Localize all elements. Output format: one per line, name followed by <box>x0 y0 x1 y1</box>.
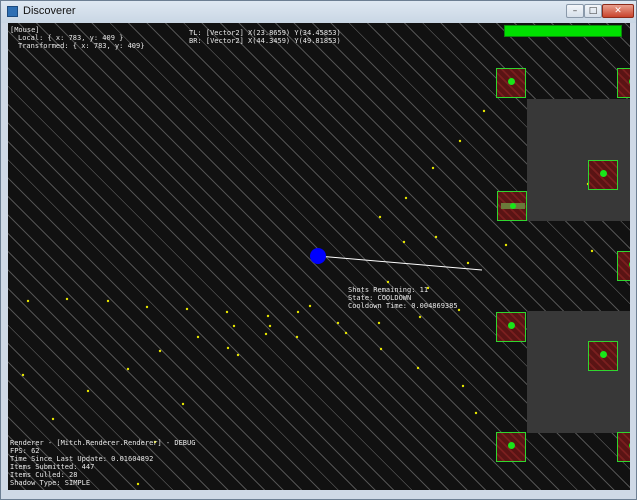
star <box>268 324 272 328</box>
turret-tile <box>496 312 526 342</box>
star <box>379 347 383 351</box>
star <box>158 349 162 353</box>
turret-tile <box>497 191 527 221</box>
turret-core <box>600 351 607 358</box>
turret-core <box>629 78 630 85</box>
star <box>377 321 381 325</box>
turret-core <box>508 322 515 329</box>
turret-tile <box>617 432 630 462</box>
turret-barrel <box>501 203 525 209</box>
star <box>106 299 110 303</box>
turret-core <box>629 442 630 449</box>
turret-core <box>508 442 515 449</box>
app-icon <box>7 6 18 17</box>
turret-tile <box>588 160 618 190</box>
since-update: Time Since Last Update: 0.01604892 <box>10 455 154 463</box>
title-bar[interactable]: Discoverer – □ ✕ <box>1 1 636 23</box>
turret-tile <box>617 68 630 98</box>
star <box>504 243 508 247</box>
turret-core <box>510 203 516 209</box>
weapon-status: Shots Remaining: 11 State: COOLDOWN Cooldo… <box>348 286 458 310</box>
window-title: Discoverer <box>23 5 76 17</box>
aim-line <box>317 255 483 271</box>
fps-counter: FPS: 62 <box>10 447 40 455</box>
mouse-transformed: Transformed: { x: 783, y: 409} <box>18 42 145 50</box>
turret-tile <box>496 432 526 462</box>
mouse-header: [Mouse] <box>10 26 40 34</box>
star <box>26 299 30 303</box>
renderer-name: Renderer - [Mitch.Renderer.Renderer] - D… <box>10 439 196 447</box>
star <box>457 308 461 312</box>
shots-remaining: Shots Remaining: 11 <box>348 286 429 294</box>
star <box>458 139 462 143</box>
star <box>296 310 300 314</box>
star <box>344 331 348 335</box>
game-scene <box>21 109 594 486</box>
star <box>431 166 435 170</box>
game-viewport[interactable]: [Mouse] Local: { x: 783, y: 409 } Transfor… <box>8 23 630 490</box>
app-window: Discoverer – □ ✕ [Mouse] Local: { x: 783,… <box>0 0 637 500</box>
star <box>308 304 312 308</box>
items-submitted: Items Submitted: 447 <box>10 463 95 471</box>
star <box>402 240 406 244</box>
star <box>482 109 486 113</box>
camera-bounds: TL: [Vector2] X(23.8659) Y(34.45853) BR: … <box>189 29 341 45</box>
star <box>196 335 200 339</box>
star <box>264 332 268 336</box>
star <box>378 215 382 219</box>
star <box>145 305 149 309</box>
turret-tile <box>588 341 618 371</box>
star <box>232 324 236 328</box>
star <box>590 249 594 253</box>
star <box>386 280 390 284</box>
star <box>416 366 420 370</box>
cooldown-time: Cooldown Time: 0.004869385 <box>348 302 458 310</box>
star <box>51 417 55 421</box>
mouse-readout: [Mouse] Local: { x: 783, y: 409 } Transfor… <box>10 26 144 50</box>
star <box>418 315 422 319</box>
mouse-local: Local: { x: 783, y: 409 } <box>18 34 124 42</box>
star <box>226 346 230 350</box>
debug-panel: Renderer - [Mitch.Renderer.Renderer] - D… <box>10 439 195 487</box>
turret-tile <box>617 251 630 281</box>
star <box>86 389 90 393</box>
maximize-button[interactable]: □ <box>584 4 602 18</box>
star <box>266 314 270 318</box>
star <box>295 335 299 339</box>
health-bar <box>504 25 622 37</box>
camera-br: BR: [Vector2] X(44.3459) Y(49.81853) <box>189 37 341 45</box>
star <box>434 235 438 239</box>
star <box>461 384 465 388</box>
turret-tile <box>496 68 526 98</box>
star-field <box>21 109 594 486</box>
star <box>21 373 25 377</box>
items-culled: Items Culled: 28 <box>10 471 78 479</box>
star <box>65 297 69 301</box>
turret-core <box>629 261 630 268</box>
camera-tl: TL: [Vector2] X(23.8659) Y(34.45853) <box>189 29 341 37</box>
star <box>225 310 229 314</box>
turret-core <box>600 170 607 177</box>
star <box>181 402 185 406</box>
star <box>126 367 130 371</box>
minimize-button[interactable]: – <box>566 4 584 18</box>
shadow-type: Shadow Type: SIMPLE <box>10 479 91 487</box>
star <box>236 353 240 357</box>
weapon-state: State: COOLDOWN <box>348 294 412 302</box>
star <box>404 196 408 200</box>
turret-core <box>508 78 515 85</box>
star <box>466 261 470 265</box>
star <box>474 411 478 415</box>
player-ship <box>310 248 326 264</box>
star <box>336 321 340 325</box>
star <box>185 307 189 311</box>
close-button[interactable]: ✕ <box>602 4 634 18</box>
